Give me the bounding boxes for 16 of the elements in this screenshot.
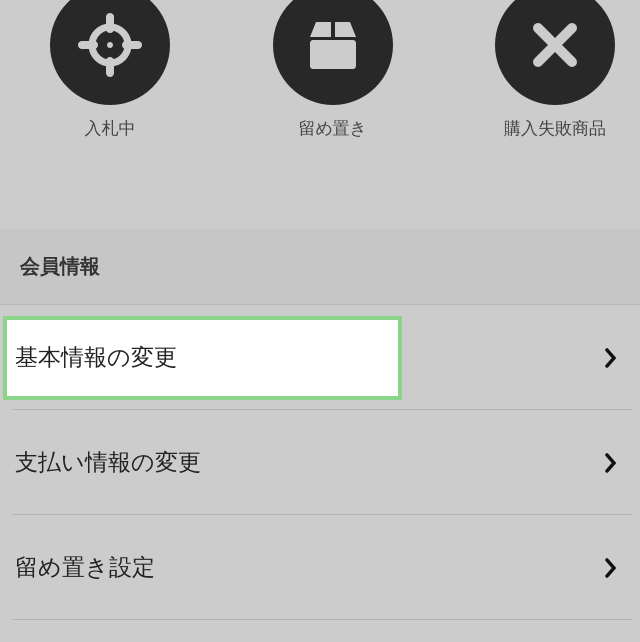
shortcut-label[interactable]: 入札中 <box>84 117 136 140</box>
shortcut-button[interactable] <box>272 0 392 105</box>
close-icon <box>533 23 577 67</box>
menu-item[interactable]: 基本情報の変更 <box>3 316 402 400</box>
chevron-right-icon <box>604 452 618 474</box>
crosshair-icon <box>78 13 142 77</box>
chevron-right-icon <box>604 556 618 578</box>
section-title: 会員情報 <box>20 253 100 280</box>
shortcut-button[interactable] <box>495 0 615 105</box>
box-icon <box>310 22 356 69</box>
shortcut-button[interactable] <box>50 0 170 105</box>
menu-item[interactable]: 留め置き設定 <box>3 526 402 610</box>
shortcut-label[interactable]: 留め置き <box>298 117 366 140</box>
chevron-right-icon <box>604 346 618 368</box>
shortcut-label[interactable]: 購入失敗商品 <box>504 117 606 140</box>
menu-item[interactable]: 支払い情報の変更 <box>3 420 402 504</box>
